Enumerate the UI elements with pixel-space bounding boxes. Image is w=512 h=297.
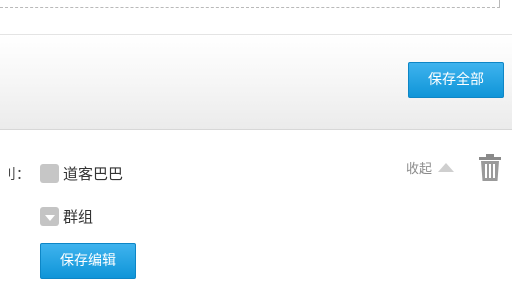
dashed-divider	[0, 0, 500, 8]
row-label: 刂：	[2, 167, 30, 183]
checkbox-group-row[interactable]: 群组	[40, 206, 93, 227]
trash-icon[interactable]	[478, 154, 502, 182]
collapse-label: 收起	[406, 162, 433, 177]
caret-up-icon	[438, 163, 455, 172]
save-all-button[interactable]: 保存全部	[408, 62, 504, 98]
checkbox-daoke-label: 道客巴巴	[63, 165, 124, 183]
checkbox-daoke-row[interactable]: 道客巴巴	[40, 163, 123, 184]
checkbox-group-label: 群组	[63, 208, 94, 226]
collapse-toggle[interactable]: 收起	[406, 158, 455, 177]
chevron-down-icon[interactable]	[40, 207, 59, 226]
save-edit-button[interactable]: 保存编辑	[40, 243, 136, 279]
checkbox-daoke[interactable]	[40, 164, 59, 183]
